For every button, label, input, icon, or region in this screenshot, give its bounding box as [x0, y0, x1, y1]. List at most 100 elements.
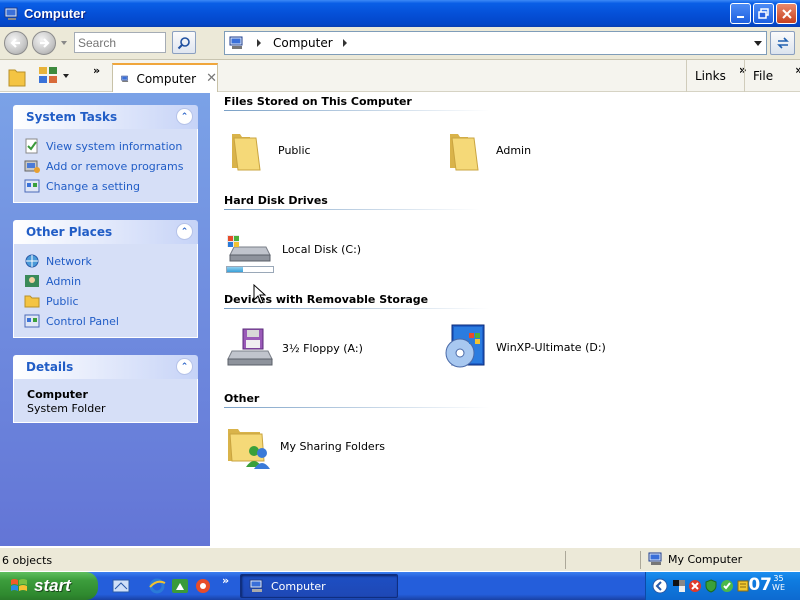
show-desktop-icon[interactable]	[112, 577, 130, 595]
status-divider	[640, 551, 641, 569]
media-player-icon[interactable]	[194, 577, 212, 595]
list-item[interactable]: WinXP-Ultimate (D:)	[444, 323, 606, 371]
back-arrow-icon	[10, 38, 20, 48]
place-label: Control Panel	[46, 314, 119, 328]
taskbar-item-computer[interactable]: Computer	[240, 574, 398, 598]
collapse-icon[interactable]: ⌃	[176, 108, 193, 125]
forward-button[interactable]	[32, 31, 56, 55]
cd-drive-icon	[445, 324, 485, 368]
tab-list-icon[interactable]	[38, 66, 60, 86]
control-panel-icon	[24, 179, 40, 193]
item-label: WinXP-Ultimate (D:)	[496, 340, 606, 354]
security-alert-icon[interactable]	[688, 579, 702, 593]
collapse-icon[interactable]: ⌃	[176, 223, 193, 240]
panel-title: Other Places	[26, 225, 113, 239]
file-list-view[interactable]: Files Stored on This Computer Public Adm…	[210, 93, 800, 546]
quicklaunch-chevron[interactable]: »	[222, 574, 229, 587]
task-pane: System Tasks ⌃ View system information A…	[0, 93, 210, 546]
user-folder-icon	[25, 275, 39, 287]
internet-explorer-icon[interactable]	[148, 577, 166, 595]
minimize-button[interactable]	[730, 3, 751, 24]
tray-expand-icon[interactable]	[652, 578, 668, 594]
toolbar-chevron[interactable]: »	[93, 64, 100, 77]
start-label: start	[34, 576, 71, 595]
title-bar[interactable]: Computer	[0, 0, 800, 27]
search-input[interactable]	[74, 32, 166, 53]
collapse-icon[interactable]: ⌃	[176, 358, 193, 375]
links-button[interactable]: Links »	[686, 60, 747, 92]
address-bar[interactable]: Computer	[224, 31, 767, 55]
status-location: My Computer	[648, 552, 742, 566]
list-item[interactable]: Public	[226, 128, 311, 172]
windows-logo-icon	[11, 579, 27, 591]
place-control-panel[interactable]: Control Panel	[24, 311, 187, 331]
restore-button[interactable]	[753, 3, 774, 24]
clock-hour[interactable]: 07	[748, 575, 772, 595]
address-text[interactable]: Computer	[273, 36, 333, 50]
breadcrumb-arrow-icon[interactable]	[257, 39, 261, 47]
list-item[interactable]: Admin	[444, 128, 531, 172]
details-header[interactable]: Details ⌃	[13, 355, 198, 379]
task-view-system-info[interactable]: View system information	[24, 136, 187, 156]
taskbar: start » Computer 07 35 WE	[0, 572, 800, 600]
group-header: Files Stored on This Computer	[224, 95, 412, 108]
control-panel-icon	[24, 314, 40, 328]
item-label: 3½ Floppy (A:)	[282, 341, 363, 355]
start-button[interactable]: start	[0, 572, 98, 600]
place-admin[interactable]: Admin	[24, 271, 187, 291]
network-icon	[25, 254, 39, 268]
tab-close-icon[interactable]: ✕	[206, 71, 217, 86]
tab-computer[interactable]: Computer ✕	[112, 63, 218, 92]
search-icon	[177, 36, 190, 49]
status-location-label: My Computer	[668, 552, 743, 566]
network-tray-icon[interactable]	[672, 579, 686, 593]
mouse-cursor-icon	[253, 284, 267, 304]
refresh-icon	[776, 37, 789, 49]
task-change-setting[interactable]: Change a setting	[24, 176, 187, 196]
status-object-count: 6 objects	[2, 554, 53, 567]
details-type: System Folder	[27, 402, 106, 415]
list-item[interactable]: My Sharing Folders	[226, 423, 385, 469]
close-button[interactable]	[776, 3, 797, 24]
place-label: Network	[46, 254, 92, 268]
computer-icon	[648, 552, 662, 565]
clock-extra[interactable]: 35 WE	[772, 574, 785, 592]
other-places-header[interactable]: Other Places ⌃	[13, 220, 198, 244]
shield-icon[interactable]	[704, 579, 718, 593]
group-header: Hard Disk Drives	[224, 194, 328, 207]
place-public[interactable]: Public	[24, 291, 187, 311]
status-bar: 6 objects My Computer	[0, 547, 800, 571]
disk-usage-bar	[226, 266, 274, 273]
tray-app-icon[interactable]	[720, 579, 734, 593]
favorites-folder-icon[interactable]	[7, 66, 27, 88]
item-label: Public	[278, 143, 311, 157]
list-item[interactable]: 3½ Floppy (A:)	[226, 327, 363, 369]
tab-list-dropdown-icon[interactable]	[63, 74, 69, 78]
window-title: Computer	[24, 6, 86, 21]
clock-minutes: 35	[773, 574, 784, 583]
list-item[interactable]: Local Disk (C:)	[226, 233, 361, 265]
system-tasks-header[interactable]: System Tasks ⌃	[13, 105, 198, 129]
place-label: Admin	[46, 274, 82, 288]
place-network[interactable]: Network	[24, 251, 187, 271]
tab-label: Computer	[136, 71, 197, 86]
hard-disk-icon	[227, 235, 271, 262]
task-label: Add or remove programs	[46, 159, 184, 173]
group-divider	[224, 209, 480, 210]
history-dropdown-icon[interactable]	[61, 41, 67, 45]
file-menu[interactable]: File »	[744, 60, 800, 92]
system-tasks-panel: System Tasks ⌃ View system information A…	[13, 105, 198, 203]
file-chevron[interactable]: »	[795, 63, 800, 77]
task-label: View system information	[46, 139, 183, 153]
item-label: My Sharing Folders	[280, 439, 385, 453]
task-add-remove-programs[interactable]: Add or remove programs	[24, 156, 187, 176]
media-icon[interactable]	[171, 577, 189, 595]
search-button[interactable]	[172, 31, 196, 54]
refresh-button[interactable]	[770, 31, 795, 55]
address-dropdown-icon[interactable]	[754, 41, 762, 46]
back-button[interactable]	[4, 31, 28, 55]
details-panel: Details ⌃ Computer System Folder	[13, 355, 198, 423]
computer-icon	[249, 579, 263, 592]
task-label: Change a setting	[46, 179, 140, 193]
breadcrumb-arrow-icon[interactable]	[342, 39, 347, 47]
